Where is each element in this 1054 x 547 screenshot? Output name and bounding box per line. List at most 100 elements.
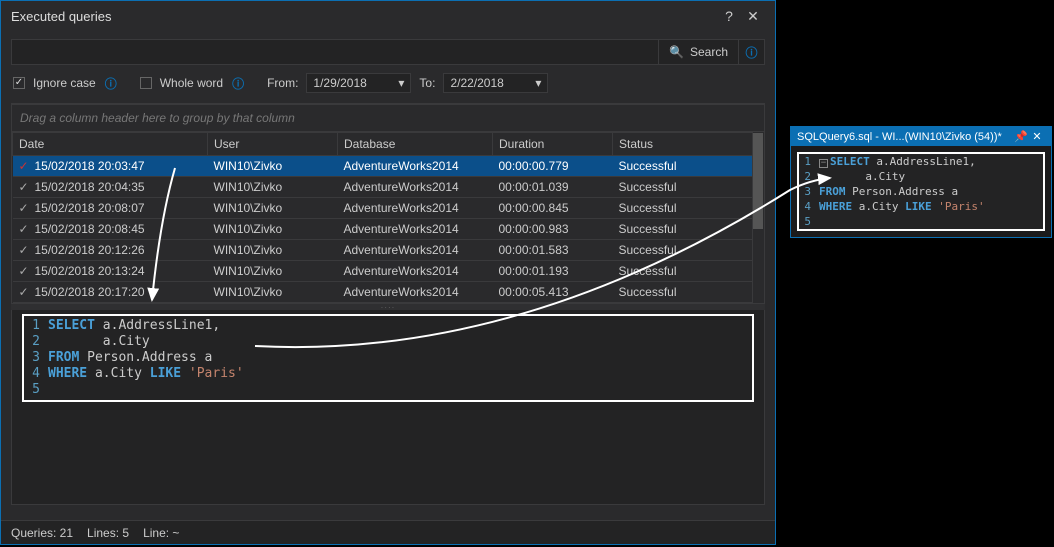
cell-user: WIN10\Zivko xyxy=(208,219,338,240)
preview-body: 1−SELECT a.AddressLine1,2 a.City3FROM Pe… xyxy=(791,146,1051,237)
cell-status: Successful xyxy=(613,282,764,303)
cell-user: WIN10\Zivko xyxy=(208,156,338,177)
search-bar: 🔍 Search ⓘ xyxy=(11,39,765,65)
chevron-down-icon: ▾ xyxy=(535,76,541,90)
to-label: To: xyxy=(419,76,435,90)
code-line: 3FROM Person.Address a xyxy=(799,184,1043,199)
cell-date: 15/02/2018 20:08:45 xyxy=(35,222,145,236)
cell-date: 15/02/2018 20:12:26 xyxy=(35,243,145,257)
group-by-panel[interactable]: Drag a column header here to group by th… xyxy=(12,105,764,132)
to-date-input[interactable]: 2/22/2018 ▾ xyxy=(443,73,548,93)
cell-date: 15/02/2018 20:17:20 xyxy=(35,285,145,299)
scrollbar-thumb[interactable] xyxy=(753,133,763,229)
search-button-label: Search xyxy=(690,45,728,59)
code-text: −SELECT a.AddressLine1, xyxy=(819,154,976,169)
col-status[interactable]: Status xyxy=(613,133,764,156)
tab-preview-window: SQLQuery6.sql - WI...(WIN10\Zivko (54))*… xyxy=(790,126,1052,238)
cell-date: 15/02/2018 20:03:47 xyxy=(35,159,145,173)
grid-body: Date User Database Duration Status ✓15/0… xyxy=(12,132,764,303)
code-line: 4WHERE a.City LIKE 'Paris' xyxy=(24,366,752,382)
table-row[interactable]: ✓15/02/2018 20:13:24 WIN10\ZivkoAdventure… xyxy=(13,261,764,282)
code-line: 1−SELECT a.AddressLine1, xyxy=(799,154,1043,169)
cell-duration: 00:00:01.193 xyxy=(493,261,613,282)
titlebar: Executed queries ? ✕ xyxy=(1,1,775,31)
line-number: 1 xyxy=(799,154,819,169)
col-database[interactable]: Database xyxy=(338,133,493,156)
line-number: 1 xyxy=(24,318,48,334)
search-icon: 🔍 xyxy=(669,45,684,59)
sql-code[interactable]: 1SELECT a.AddressLine1,2 a.City3FROM Per… xyxy=(22,314,754,402)
filter-bar: Ignore case ⓘ Whole word ⓘ From: 1/29/20… xyxy=(11,65,765,104)
status-line: Line: ~ xyxy=(143,526,179,540)
cell-duration: 00:00:00.779 xyxy=(493,156,613,177)
cell-status: Successful xyxy=(613,261,764,282)
checkmark-icon: ✓ xyxy=(19,243,33,257)
line-number: 5 xyxy=(799,214,819,229)
checkmark-icon: ✓ xyxy=(19,285,33,299)
close-button[interactable]: ✕ xyxy=(741,8,765,25)
checkmark-icon: ✓ xyxy=(19,264,33,278)
results-table: Date User Database Duration Status ✓15/0… xyxy=(12,132,764,303)
cell-duration: 00:00:00.845 xyxy=(493,198,613,219)
code-line: 5 xyxy=(799,214,1043,229)
close-icon[interactable]: ✕ xyxy=(1029,130,1045,143)
from-date-input[interactable]: 1/29/2018 ▾ xyxy=(306,73,411,93)
search-input[interactable] xyxy=(12,40,658,64)
cell-user: WIN10\Zivko xyxy=(208,261,338,282)
table-row[interactable]: ✓15/02/2018 20:04:35WIN10\ZivkoAdventure… xyxy=(13,177,764,198)
checkmark-icon: ✓ xyxy=(19,201,33,215)
line-number: 4 xyxy=(799,199,819,214)
window-title: Executed queries xyxy=(11,9,717,24)
code-line: 2 a.City xyxy=(24,334,752,350)
cell-database: AdventureWorks2014 xyxy=(338,261,493,282)
cell-date: 15/02/2018 20:13:24 xyxy=(35,264,145,278)
code-text: FROM Person.Address a xyxy=(48,350,212,366)
cell-duration: 00:00:00.983 xyxy=(493,219,613,240)
cell-user: WIN10\Zivko xyxy=(208,198,338,219)
cell-status: Successful xyxy=(613,219,764,240)
cell-duration: 00:00:01.039 xyxy=(493,177,613,198)
info-icon: ⓘ xyxy=(745,45,759,59)
cell-database: AdventureWorks2014 xyxy=(338,240,493,261)
code-line: 3FROM Person.Address a xyxy=(24,350,752,366)
ignore-case-label: Ignore case xyxy=(33,76,96,90)
table-row[interactable]: ✓15/02/2018 20:08:07WIN10\ZivkoAdventure… xyxy=(13,198,764,219)
help-button[interactable]: ? xyxy=(717,8,741,24)
preview-sql-code[interactable]: 1−SELECT a.AddressLine1,2 a.City3FROM Pe… xyxy=(797,152,1045,231)
code-line: 1SELECT a.AddressLine1, xyxy=(24,318,752,334)
cell-user: WIN10\Zivko xyxy=(208,177,338,198)
whole-word-label: Whole word xyxy=(160,76,223,90)
cell-user: WIN10\Zivko xyxy=(208,240,338,261)
code-line: 2 a.City xyxy=(799,169,1043,184)
code-line: 4WHERE a.City LIKE 'Paris' xyxy=(799,199,1043,214)
search-info[interactable]: ⓘ xyxy=(738,40,764,64)
table-row[interactable]: ✓15/02/2018 20:12:26 WIN10\ZivkoAdventure… xyxy=(13,240,764,261)
collapse-icon[interactable]: − xyxy=(819,159,828,168)
status-queries: Queries: 21 xyxy=(11,526,73,540)
cell-date: 15/02/2018 20:08:07 xyxy=(35,201,145,215)
scrollbar[interactable] xyxy=(752,132,764,303)
cell-status: Successful xyxy=(613,240,764,261)
info-icon[interactable]: ⓘ xyxy=(104,76,118,90)
code-text: SELECT a.AddressLine1, xyxy=(48,318,220,334)
search-button[interactable]: 🔍 Search xyxy=(658,40,738,64)
status-bar: Queries: 21 Lines: 5 Line: ~ xyxy=(1,520,775,544)
info-icon[interactable]: ⓘ xyxy=(231,76,245,90)
col-date[interactable]: Date xyxy=(13,133,208,156)
executed-queries-window: Executed queries ? ✕ 🔍 Search ⓘ Ignore c… xyxy=(0,0,776,545)
table-row[interactable]: ✓15/02/2018 20:08:45WIN10\ZivkoAdventure… xyxy=(13,219,764,240)
from-label: From: xyxy=(267,76,298,90)
pin-icon[interactable]: 📌 xyxy=(1013,130,1029,143)
table-row[interactable]: ✓15/02/2018 20:03:47WIN10\ZivkoAdventure… xyxy=(13,156,764,177)
code-text: a.City xyxy=(819,169,905,184)
col-user[interactable]: User xyxy=(208,133,338,156)
col-duration[interactable]: Duration xyxy=(493,133,613,156)
whole-word-checkbox[interactable] xyxy=(140,77,152,89)
cell-duration: 00:00:05.413 xyxy=(493,282,613,303)
line-number: 2 xyxy=(799,169,819,184)
cell-duration: 00:00:01.583 xyxy=(493,240,613,261)
code-text: a.City xyxy=(48,334,150,350)
ignore-case-checkbox[interactable] xyxy=(13,77,25,89)
cell-date: 15/02/2018 20:04:35 xyxy=(35,180,145,194)
table-row[interactable]: ✓15/02/2018 20:17:20WIN10\ZivkoAdventure… xyxy=(13,282,764,303)
